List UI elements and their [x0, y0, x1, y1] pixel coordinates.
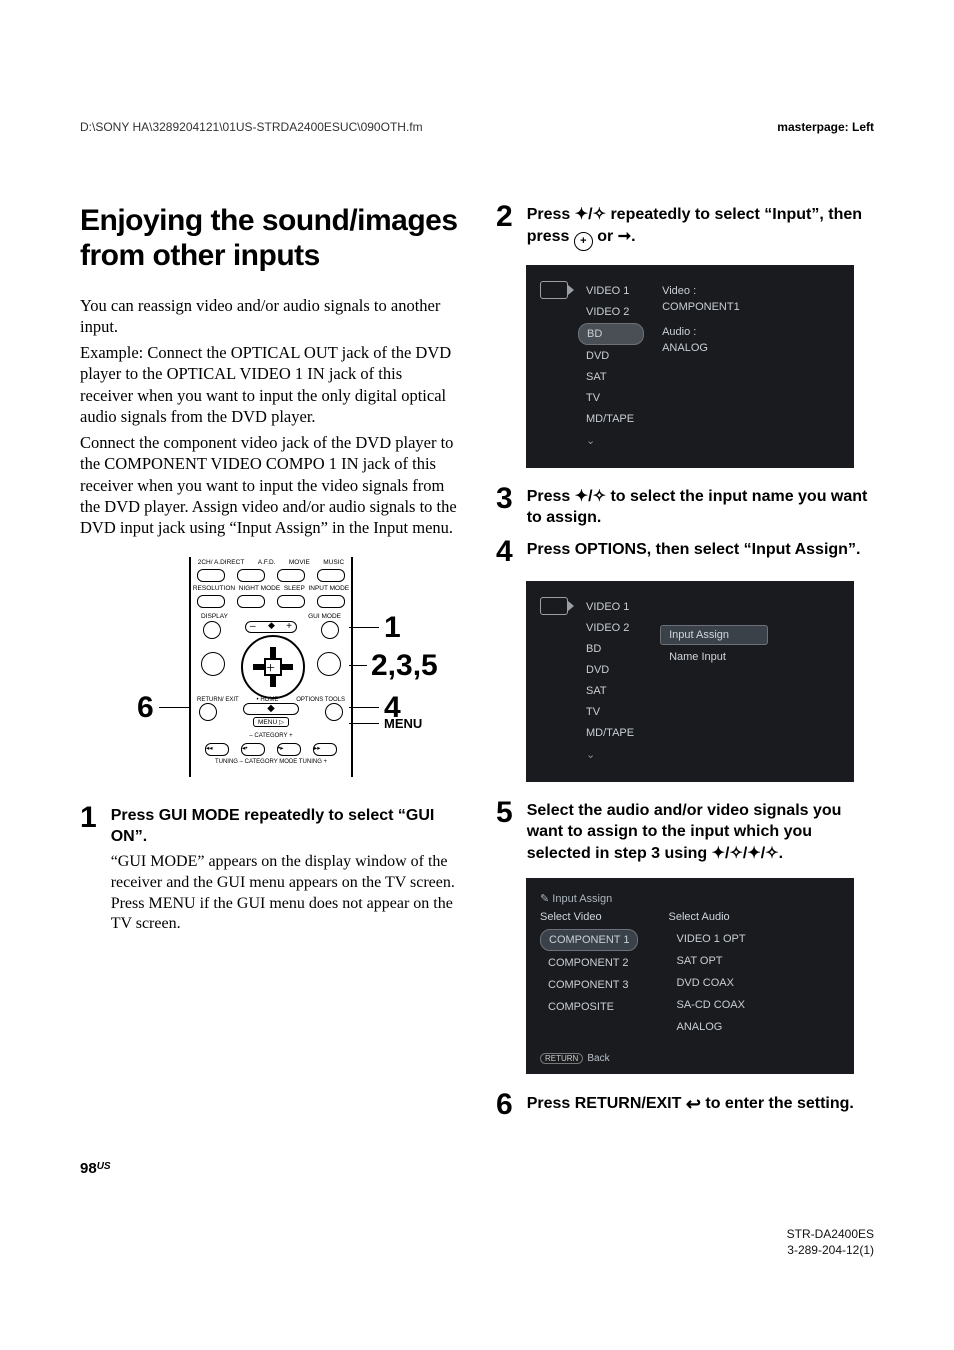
page-title: Enjoying the sound/images from other inp… [80, 204, 458, 273]
right-arrow-icon: ➞ [618, 228, 631, 245]
step3-num: 3 [496, 484, 513, 514]
up-down-arrows-icon: ✦/✧ [575, 206, 606, 223]
step4-num: 4 [496, 537, 513, 567]
footer-doc-id: STR-DA2400ES 3-289-204-12(1) [80, 1227, 874, 1258]
step6-head: Press RETURN/EXIT ↩ to enter the setting… [527, 1092, 874, 1116]
file-path: D:\SONY HA\3289204121\01US-STRDA2400ESUC… [80, 120, 423, 134]
option-input-assign: Input Assign [660, 625, 768, 645]
plus-circle-icon: + [574, 232, 593, 251]
direction-arrows-icon: ✦/✧/✦/✧ [712, 845, 779, 862]
intro-p3: Connect the component video jack of the … [80, 432, 458, 539]
step4-head: Press OPTIONS, then select “Input Assign… [527, 539, 874, 561]
input-icon [540, 281, 568, 299]
gui2-list: VIDEO 1 VIDEO 2 BD DVD SAT TV MD/TAPE ⌄ [578, 597, 644, 766]
intro-p1: You can reassign video and/or audio sign… [80, 295, 458, 338]
gui-options-menu: VIDEO 1 VIDEO 2 BD DVD SAT TV MD/TAPE ⌄ … [526, 581, 854, 782]
chevron-down-icon: ⌄ [586, 435, 595, 447]
intro-p2: Example: Connect the OPTICAL OUT jack of… [80, 342, 458, 428]
callout-235: 2,3,5 [371, 649, 438, 683]
return-button-icon: RETURN [540, 1053, 583, 1064]
chevron-down-icon: ⌄ [586, 749, 595, 761]
tool-icon: ✎ [540, 893, 549, 905]
gui1-list: VIDEO 1 VIDEO 2 BD DVD SAT TV MD/TAPE ⌄ [578, 281, 644, 452]
step5-num: 5 [496, 798, 513, 828]
step2-head: Press ✦/✧ repeatedly to select “Input”, … [527, 204, 874, 251]
step6-num: 6 [496, 1090, 513, 1120]
gui-input-assign: ✎ Input Assign Select Video COMPONENT 1 … [526, 878, 854, 1074]
remote-diagram: 2CH/ A.DIRECT A.F.D. MOVIE MUSIC RESOLUT… [129, 557, 409, 777]
masterpage-label: masterpage: Left [777, 120, 874, 134]
input-icon [540, 597, 568, 615]
step2-num: 2 [496, 202, 513, 232]
callout-menu: MENU [384, 716, 422, 731]
callout-1: 1 [384, 611, 401, 645]
option-name-input: Name Input [660, 647, 768, 667]
gui-input-menu: VIDEO 1 VIDEO 2 BD DVD SAT TV MD/TAPE ⌄ … [526, 265, 854, 468]
page-number: 98US [80, 1160, 874, 1177]
step1-desc: “GUI MODE” appears on the display window… [111, 852, 458, 935]
step1-num: 1 [80, 803, 97, 833]
step1-head: Press GUI MODE repeatedly to select “GUI… [111, 805, 458, 848]
callout-6: 6 [137, 691, 154, 725]
step5-head: Select the audio and/or video signals yo… [527, 800, 874, 865]
return-loop-icon: ↩ [686, 1092, 701, 1116]
step3-head: Press ✦/✧ to select the input name you w… [527, 486, 874, 529]
up-down-arrows-icon: ✦/✧ [575, 488, 606, 505]
